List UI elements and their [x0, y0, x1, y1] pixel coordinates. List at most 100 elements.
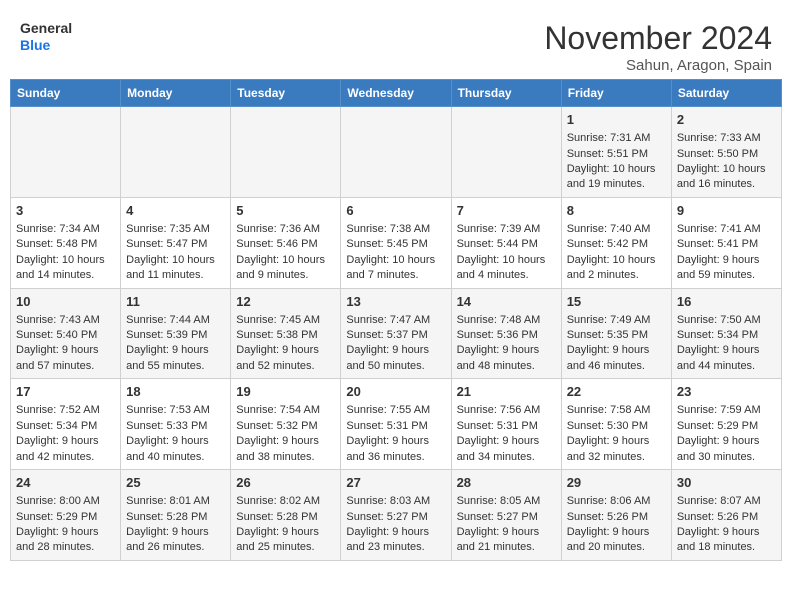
logo: General Blue [20, 20, 72, 54]
day-info: Sunset: 5:29 PM [16, 510, 115, 525]
day-info: Daylight: 9 hours and 36 minutes. [346, 434, 445, 465]
day-info: Sunset: 5:41 PM [677, 237, 776, 252]
day-info: Sunset: 5:37 PM [346, 328, 445, 343]
day-info: Sunset: 5:33 PM [126, 419, 225, 434]
day-cell: 16Sunrise: 7:50 AMSunset: 5:34 PMDayligh… [671, 288, 781, 379]
day-info: Sunset: 5:40 PM [16, 328, 115, 343]
calendar-body: 1Sunrise: 7:31 AMSunset: 5:51 PMDaylight… [11, 107, 782, 561]
day-number: 28 [457, 474, 556, 492]
day-info: Sunrise: 7:36 AM [236, 222, 335, 237]
day-info: Sunset: 5:51 PM [567, 147, 666, 162]
month-title: November 2024 [544, 20, 772, 57]
day-info: Sunset: 5:32 PM [236, 419, 335, 434]
day-info: Daylight: 9 hours and 57 minutes. [16, 343, 115, 374]
day-info: Sunset: 5:48 PM [16, 237, 115, 252]
day-info: Sunset: 5:28 PM [126, 510, 225, 525]
day-info: Sunset: 5:44 PM [457, 237, 556, 252]
day-info: Sunrise: 7:49 AM [567, 313, 666, 328]
day-number: 16 [677, 293, 776, 311]
day-info: Daylight: 9 hours and 30 minutes. [677, 434, 776, 465]
col-header-saturday: Saturday [671, 80, 781, 107]
col-header-thursday: Thursday [451, 80, 561, 107]
day-info: Sunrise: 7:56 AM [457, 403, 556, 418]
day-info: Daylight: 10 hours and 19 minutes. [567, 162, 666, 193]
day-cell: 7Sunrise: 7:39 AMSunset: 5:44 PMDaylight… [451, 197, 561, 288]
day-info: Sunset: 5:26 PM [677, 510, 776, 525]
day-number: 11 [126, 293, 225, 311]
week-row-3: 10Sunrise: 7:43 AMSunset: 5:40 PMDayligh… [11, 288, 782, 379]
day-cell: 28Sunrise: 8:05 AMSunset: 5:27 PMDayligh… [451, 470, 561, 561]
day-cell [451, 107, 561, 198]
day-info: Daylight: 9 hours and 38 minutes. [236, 434, 335, 465]
day-number: 13 [346, 293, 445, 311]
day-cell: 12Sunrise: 7:45 AMSunset: 5:38 PMDayligh… [231, 288, 341, 379]
day-info: Sunset: 5:47 PM [126, 237, 225, 252]
col-header-sunday: Sunday [11, 80, 121, 107]
day-cell: 2Sunrise: 7:33 AMSunset: 5:50 PMDaylight… [671, 107, 781, 198]
day-info: Daylight: 9 hours and 20 minutes. [567, 525, 666, 556]
day-info: Sunrise: 7:34 AM [16, 222, 115, 237]
day-number: 23 [677, 383, 776, 401]
day-cell: 19Sunrise: 7:54 AMSunset: 5:32 PMDayligh… [231, 379, 341, 470]
day-number: 6 [346, 202, 445, 220]
day-cell: 1Sunrise: 7:31 AMSunset: 5:51 PMDaylight… [561, 107, 671, 198]
location: Sahun, Aragon, Spain [544, 57, 772, 74]
day-info: Daylight: 9 hours and 46 minutes. [567, 343, 666, 374]
day-cell: 21Sunrise: 7:56 AMSunset: 5:31 PMDayligh… [451, 379, 561, 470]
day-info: Sunset: 5:34 PM [677, 328, 776, 343]
day-info: Sunrise: 7:50 AM [677, 313, 776, 328]
day-number: 24 [16, 474, 115, 492]
day-info: Sunset: 5:45 PM [346, 237, 445, 252]
day-number: 18 [126, 383, 225, 401]
day-cell: 30Sunrise: 8:07 AMSunset: 5:26 PMDayligh… [671, 470, 781, 561]
day-info: Sunset: 5:27 PM [457, 510, 556, 525]
day-cell: 9Sunrise: 7:41 AMSunset: 5:41 PMDaylight… [671, 197, 781, 288]
day-info: Sunrise: 7:38 AM [346, 222, 445, 237]
day-info: Sunrise: 7:33 AM [677, 131, 776, 146]
col-header-friday: Friday [561, 80, 671, 107]
day-info: Sunrise: 8:02 AM [236, 494, 335, 509]
day-info: Daylight: 9 hours and 21 minutes. [457, 525, 556, 556]
day-info: Sunset: 5:38 PM [236, 328, 335, 343]
day-info: Sunset: 5:46 PM [236, 237, 335, 252]
day-info: Daylight: 9 hours and 50 minutes. [346, 343, 445, 374]
day-info: Sunrise: 7:48 AM [457, 313, 556, 328]
day-info: Sunrise: 8:01 AM [126, 494, 225, 509]
day-info: Sunrise: 7:39 AM [457, 222, 556, 237]
day-cell: 6 Sunrise: 7:38 AMSunset: 5:45 PMDaylight… [341, 197, 451, 288]
day-info: Sunset: 5:42 PM [567, 237, 666, 252]
day-cell: 14Sunrise: 7:48 AMSunset: 5:36 PMDayligh… [451, 288, 561, 379]
day-info: Sunset: 5:31 PM [457, 419, 556, 434]
day-info: Daylight: 10 hours and 11 minutes. [126, 253, 225, 284]
calendar-header: SundayMondayTuesdayWednesdayThursdayFrid… [11, 80, 782, 107]
day-number: 25 [126, 474, 225, 492]
week-row-5: 24Sunrise: 8:00 AMSunset: 5:29 PMDayligh… [11, 470, 782, 561]
day-info: Daylight: 10 hours and 14 minutes. [16, 253, 115, 284]
day-cell: 25 Sunrise: 8:01 AMSunset: 5:28 PMDayligh… [121, 470, 231, 561]
day-info: Sunrise: 7:55 AM [346, 403, 445, 418]
day-info: Sunrise: 7:53 AM [126, 403, 225, 418]
day-info: Daylight: 10 hours and 7 minutes. [346, 253, 445, 284]
day-info: Daylight: 9 hours and 23 minutes. [346, 525, 445, 556]
day-info: Sunrise: 7:43 AM [16, 313, 115, 328]
day-info: Daylight: 9 hours and 32 minutes. [567, 434, 666, 465]
day-info: Sunrise: 7:31 AM [567, 131, 666, 146]
day-info: Daylight: 9 hours and 25 minutes. [236, 525, 335, 556]
day-number: 2 [677, 111, 776, 129]
day-info: Sunset: 5:28 PM [236, 510, 335, 525]
day-info: Sunset: 5:34 PM [16, 419, 115, 434]
day-number: 9 [677, 202, 776, 220]
day-info: Daylight: 9 hours and 26 minutes. [126, 525, 225, 556]
day-cell: 24Sunrise: 8:00 AMSunset: 5:29 PMDayligh… [11, 470, 121, 561]
day-cell: 20Sunrise: 7:55 AMSunset: 5:31 PMDayligh… [341, 379, 451, 470]
day-cell: 17Sunrise: 7:52 AMSunset: 5:34 PMDayligh… [11, 379, 121, 470]
day-number: 10 [16, 293, 115, 311]
day-number: 21 [457, 383, 556, 401]
day-number: 4 [126, 202, 225, 220]
day-info: Sunset: 5:29 PM [677, 419, 776, 434]
day-info: Sunrise: 7:52 AM [16, 403, 115, 418]
day-cell [231, 107, 341, 198]
day-info: Sunrise: 7:35 AM [126, 222, 225, 237]
day-info: Daylight: 9 hours and 18 minutes. [677, 525, 776, 556]
day-cell: 5Sunrise: 7:36 AMSunset: 5:46 PMDaylight… [231, 197, 341, 288]
